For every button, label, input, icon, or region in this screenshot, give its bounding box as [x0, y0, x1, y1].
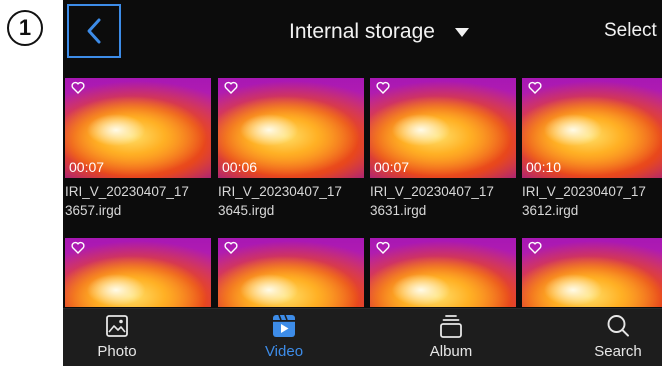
video-duration: 00:07: [374, 159, 410, 175]
nav-photo[interactable]: Photo: [72, 313, 162, 360]
thermal-thumbnail[interactable]: [65, 238, 211, 307]
heart-icon[interactable]: [224, 81, 238, 95]
album-icon: [440, 315, 462, 338]
file-item[interactable]: [218, 238, 364, 307]
file-name: IRI_V_20230407_17 3657.irgd: [65, 182, 215, 220]
search-icon: [607, 315, 629, 337]
storage-dropdown[interactable]: Internal storage: [289, 18, 469, 46]
file-item[interactable]: 00:10 IRI_V_20230407_17 3612.irgd: [522, 78, 662, 220]
thermal-thumbnail[interactable]: 00:07: [65, 78, 211, 178]
file-item[interactable]: [370, 238, 516, 307]
nav-album[interactable]: Album: [406, 313, 496, 360]
video-duration: 00:06: [222, 159, 258, 175]
thermal-thumbnail[interactable]: 00:07: [370, 78, 516, 178]
heart-icon[interactable]: [71, 241, 85, 255]
thermal-thumbnail[interactable]: [370, 238, 516, 307]
file-name-line: IRI_V_20230407_17: [522, 184, 646, 199]
back-button[interactable]: [67, 4, 121, 58]
video-icon: [273, 314, 295, 337]
bottom-navigation: Photo Video Album Search: [63, 308, 662, 366]
file-name-line: 3612.irgd: [522, 203, 579, 218]
video-duration: 00:10: [526, 159, 562, 175]
heart-icon[interactable]: [528, 81, 542, 95]
thermal-thumbnail[interactable]: [522, 238, 662, 307]
image-icon: [106, 315, 128, 337]
storage-title: Internal storage: [289, 20, 435, 43]
heart-icon[interactable]: [71, 81, 85, 95]
nav-search[interactable]: Search: [573, 313, 662, 360]
thermal-thumbnail[interactable]: 00:06: [218, 78, 364, 178]
thermal-thumbnail[interactable]: [218, 238, 364, 307]
heart-icon[interactable]: [528, 241, 542, 255]
file-item[interactable]: [522, 238, 662, 307]
file-name-line: IRI_V_20230407_17: [218, 184, 342, 199]
file-name: IRI_V_20230407_17 3631.irgd: [370, 182, 520, 220]
header-bar: Internal storage Select: [63, 0, 662, 62]
phone-screen: Internal storage Select 00:07 IRI_V_2023…: [63, 0, 662, 366]
file-item[interactable]: 00:06 IRI_V_20230407_17 3645.irgd: [218, 78, 364, 220]
video-grid: 00:07 IRI_V_20230407_17 3657.irgd 00:06 I…: [63, 62, 662, 307]
thermal-thumbnail[interactable]: 00:10: [522, 78, 662, 178]
heart-icon[interactable]: [224, 241, 238, 255]
video-duration: 00:07: [69, 159, 105, 175]
heart-icon[interactable]: [376, 81, 390, 95]
file-item[interactable]: 00:07 IRI_V_20230407_17 3631.irgd: [370, 78, 516, 220]
file-name-line: IRI_V_20230407_17: [65, 184, 189, 199]
file-name-line: 3657.irgd: [65, 203, 122, 218]
nav-video[interactable]: Video: [239, 313, 329, 360]
file-item[interactable]: 00:07 IRI_V_20230407_17 3657.irgd: [65, 78, 211, 220]
file-name: IRI_V_20230407_17 3612.irgd: [522, 182, 662, 220]
file-name-line: 3631.irgd: [370, 203, 427, 218]
nav-label: Photo: [97, 343, 137, 360]
step-number-badge: 1: [7, 10, 43, 46]
triangle-down-icon: [454, 27, 469, 37]
select-button[interactable]: Select: [604, 20, 657, 42]
nav-label: Album: [429, 343, 473, 360]
file-name-line: IRI_V_20230407_17: [370, 184, 494, 199]
chevron-left-icon: [87, 18, 101, 44]
nav-label: Search: [594, 343, 642, 360]
nav-label: Video: [264, 343, 304, 360]
heart-icon[interactable]: [376, 241, 390, 255]
file-item[interactable]: [65, 238, 211, 307]
file-name-line: 3645.irgd: [218, 203, 275, 218]
file-name: IRI_V_20230407_17 3645.irgd: [218, 182, 368, 220]
